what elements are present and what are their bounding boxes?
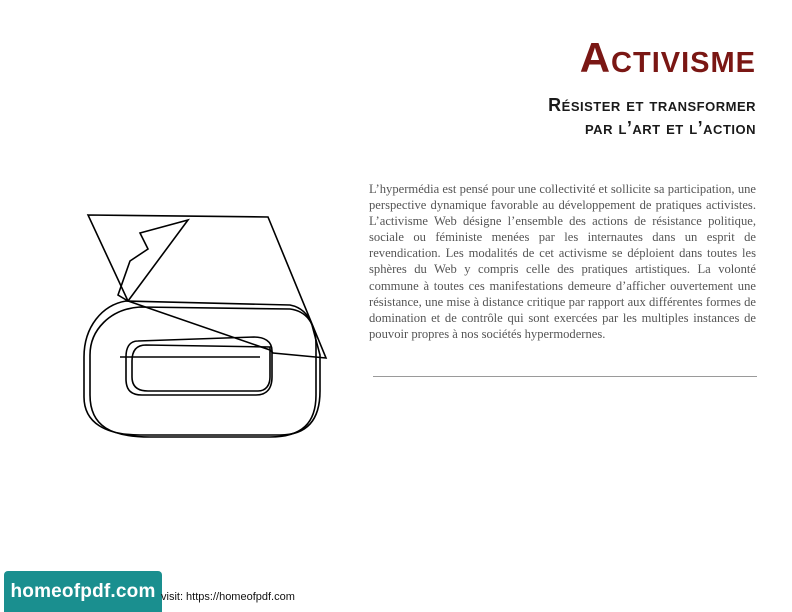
page-subtitle: Résister et transformer par l’art et l’a… <box>548 94 756 140</box>
outlined-a-glyph-illustration <box>83 214 328 438</box>
subtitle-line-1: Résister et transformer <box>548 95 756 115</box>
visit-link-text[interactable]: visit: https://homeofpdf.com <box>161 591 295 603</box>
document-page: Activisme Résister et transformer par l’… <box>0 0 792 612</box>
subtitle-line-2: par l’art et l’action <box>584 118 756 138</box>
homeofpdf-badge[interactable]: homeofpdf.com <box>4 571 162 612</box>
body-paragraph: L’hypermédia est pensé pour une collecti… <box>369 182 756 341</box>
divider-rule <box>373 376 757 377</box>
page-title: Activisme <box>579 34 756 81</box>
